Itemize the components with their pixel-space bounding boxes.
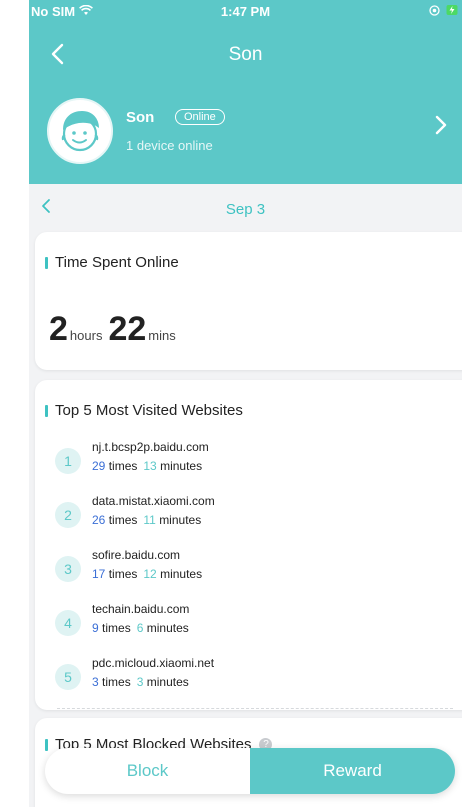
site-stats: 3 times 3 minutes [92, 675, 189, 689]
top-visited-title-text: Top 5 Most Visited Websites [55, 402, 243, 419]
rank-badge: 3 [55, 556, 81, 582]
visit-minutes-unit: minutes [159, 513, 202, 527]
visit-minutes: 11 [143, 513, 156, 527]
date-nav: Sep 3 [29, 192, 462, 226]
visit-minutes: 6 [136, 621, 144, 635]
visit-count: 3 [92, 675, 99, 689]
rank-badge: 4 [55, 610, 81, 636]
avatar [47, 98, 113, 164]
list-item[interactable]: 3 sofire.baidu.com 17 times 12 minutes [55, 548, 455, 594]
minutes-value: 22 [108, 310, 147, 348]
location-icon [429, 4, 440, 19]
top-visited-card: Top 5 Most Visited Websites 1 nj.t.bcsp2… [35, 380, 462, 710]
top-visited-title: Top 5 Most Visited Websites [45, 402, 243, 419]
visit-count-unit: times [108, 513, 138, 527]
rank-badge: 5 [55, 664, 81, 690]
visit-minutes-unit: minutes [146, 675, 189, 689]
hours-unit: hours [69, 328, 103, 343]
visit-count: 9 [92, 621, 99, 635]
visit-minutes: 3 [136, 675, 144, 689]
status-badge: Online [175, 109, 225, 125]
kid-face-icon [51, 102, 109, 160]
visit-minutes: 12 [143, 567, 157, 581]
site-stats: 26 times 11 minutes [92, 513, 201, 527]
reward-tab[interactable]: Reward [250, 748, 455, 794]
list-item[interactable]: 1 nj.t.bcsp2p.baidu.com 29 times 13 minut… [55, 440, 455, 486]
time-spent-value: 2 hours 22 mins [49, 310, 182, 349]
visit-count: 17 [92, 567, 106, 581]
site-domain: data.mistat.xiaomi.com [92, 494, 215, 508]
rank-badge: 2 [55, 502, 81, 528]
visit-count-unit: times [108, 459, 138, 473]
date-label: Sep 3 [225, 201, 266, 218]
list-item[interactable]: 2 data.mistat.xiaomi.com 26 times 11 minu… [55, 494, 455, 540]
app-screen: No SIM 1:47 PM Son Son Online 1 device o… [29, 0, 462, 807]
site-stats: 9 times 6 minutes [92, 621, 189, 635]
profile-detail-button[interactable] [434, 114, 456, 144]
site-domain: nj.t.bcsp2p.baidu.com [92, 440, 209, 454]
visit-count-unit: times [102, 675, 131, 689]
time-spent-title-text: Time Spent Online [55, 254, 179, 271]
battery-icon [446, 4, 458, 19]
visit-count: 29 [92, 459, 106, 473]
visit-minutes-unit: minutes [146, 621, 189, 635]
visit-minutes-unit: minutes [160, 567, 203, 581]
title-accent-bar [45, 256, 48, 269]
minutes-unit: mins [148, 328, 176, 343]
status-time: 1:47 PM [220, 4, 271, 19]
title-accent-bar [45, 404, 48, 417]
site-stats: 17 times 12 minutes [92, 567, 202, 581]
visit-count: 26 [92, 513, 106, 527]
list-item[interactable]: 4 techain.baidu.com 9 times 6 minutes [55, 602, 455, 648]
site-domain: sofire.baidu.com [92, 548, 181, 562]
dashed-divider [57, 708, 453, 709]
site-stats: 29 times 13 minutes [92, 459, 202, 473]
profile-row[interactable]: Son Online 1 device online [29, 88, 462, 172]
hours-value: 2 [49, 310, 68, 348]
rank-badge: 1 [55, 448, 81, 474]
page-title: Son [228, 44, 263, 65]
chevron-right-icon [435, 115, 447, 135]
list-item[interactable]: 5 pdc.micloud.xiaomi.net 3 times 3 minute… [55, 656, 455, 702]
time-spent-title: Time Spent Online [45, 254, 179, 271]
site-domain: techain.baidu.com [92, 602, 190, 616]
status-bar: No SIM 1:47 PM [29, 0, 462, 22]
block-tab[interactable]: Block [45, 748, 250, 794]
visit-minutes-unit: minutes [160, 459, 203, 473]
header: No SIM 1:47 PM Son Son Online 1 device o… [29, 0, 462, 184]
block-reward-toggle: Block Reward [45, 748, 455, 794]
profile-name: Son [126, 109, 155, 126]
visit-count-unit: times [102, 621, 131, 635]
visit-count-unit: times [108, 567, 138, 581]
site-domain: pdc.micloud.xiaomi.net [92, 656, 215, 670]
device-count: 1 device online [126, 138, 213, 153]
status-right [429, 4, 458, 19]
visit-minutes: 13 [143, 459, 157, 473]
time-spent-card: Time Spent Online 2 hours 22 mins [35, 232, 462, 370]
